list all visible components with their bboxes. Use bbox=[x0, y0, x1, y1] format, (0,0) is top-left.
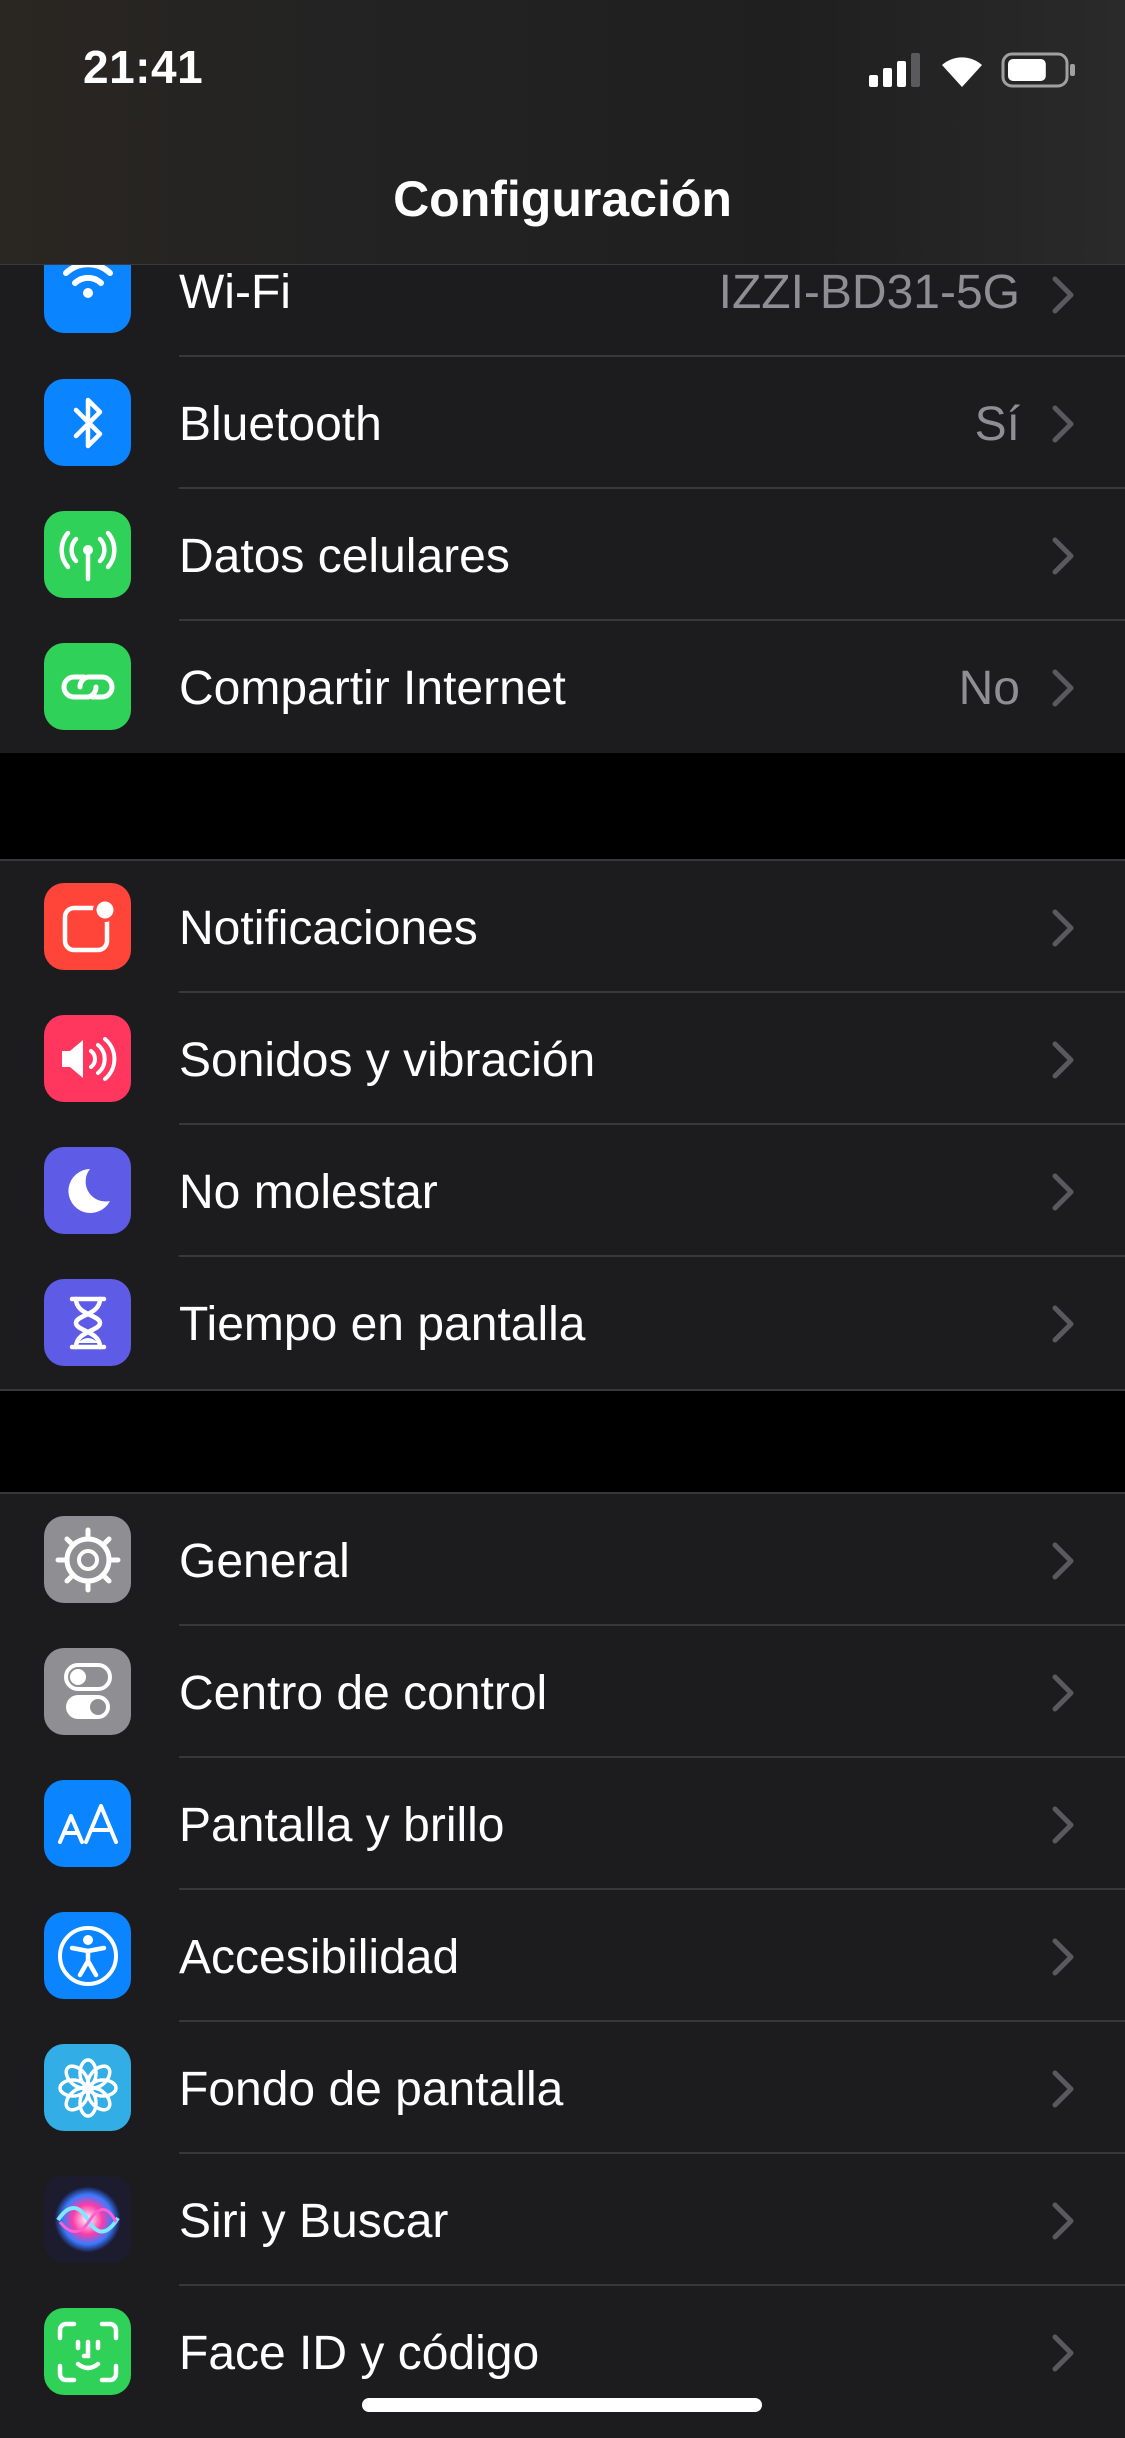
wifi-status-icon bbox=[942, 57, 982, 87]
row-display[interactable]: Pantalla y brillo bbox=[0, 1758, 1125, 1890]
row-accessibility[interactable]: Accesibilidad bbox=[0, 1890, 1125, 2022]
control-center-label: Centro de control bbox=[179, 1667, 548, 1720]
chevron-right-icon bbox=[1052, 2202, 1074, 2240]
flower-icon bbox=[44, 2044, 131, 2131]
row-wallpaper[interactable]: Fondo de pantalla bbox=[0, 2022, 1125, 2154]
row-notifications[interactable]: Notificaciones bbox=[0, 861, 1125, 993]
screentime-label: Tiempo en pantalla bbox=[179, 1298, 586, 1351]
row-dnd[interactable]: No molestar bbox=[0, 1125, 1125, 1257]
notifications-label: Notificaciones bbox=[179, 902, 478, 955]
chevron-right-icon bbox=[1052, 1305, 1074, 1343]
chevron-right-icon bbox=[1052, 537, 1074, 575]
status-and-nav-bar: 21:41 Configuración bbox=[0, 0, 1125, 265]
text-size-icon bbox=[44, 1780, 131, 1867]
wifi-network-value: IZZI-BD31-5G bbox=[718, 266, 1020, 319]
siri-icon bbox=[44, 2176, 131, 2263]
faceid-icon bbox=[44, 2308, 131, 2395]
link-icon bbox=[44, 643, 131, 730]
cellular-signal-icon bbox=[869, 53, 920, 87]
row-screentime[interactable]: Tiempo en pantalla bbox=[0, 1257, 1125, 1389]
row-cellular[interactable]: Datos celulares bbox=[0, 489, 1125, 621]
chevron-right-icon bbox=[1052, 2334, 1074, 2372]
toggles-icon bbox=[44, 1648, 131, 1735]
sounds-label: Sonidos y vibración bbox=[179, 1034, 596, 1087]
chevron-right-icon bbox=[1052, 276, 1074, 314]
hourglass-icon bbox=[44, 1279, 131, 1366]
chevron-right-icon bbox=[1052, 1041, 1074, 1079]
chevron-right-icon bbox=[1052, 1806, 1074, 1844]
page-title: Configuración bbox=[393, 171, 732, 227]
notifications-icon bbox=[44, 883, 131, 970]
group-connectivity: Wi-Fi IZZI-BD31-5G Bluetooth Sí Datos ce… bbox=[0, 245, 1125, 753]
bluetooth-value: Sí bbox=[974, 398, 1020, 451]
display-label: Pantalla y brillo bbox=[179, 1799, 505, 1852]
hotspot-label: Compartir Internet bbox=[179, 662, 566, 715]
moon-icon bbox=[44, 1147, 131, 1234]
row-sounds[interactable]: Sonidos y vibración bbox=[0, 993, 1125, 1125]
accessibility-label: Accesibilidad bbox=[179, 1931, 460, 1984]
nav-bar-divider bbox=[0, 264, 1125, 265]
chevron-right-icon bbox=[1052, 405, 1074, 443]
chevron-right-icon bbox=[1052, 1173, 1074, 1211]
row-hotspot[interactable]: Compartir Internet No bbox=[0, 621, 1125, 753]
antenna-icon bbox=[44, 511, 131, 598]
general-label: General bbox=[179, 1535, 350, 1588]
status-icons bbox=[869, 50, 1077, 90]
bluetooth-label: Bluetooth bbox=[179, 398, 382, 451]
wallpaper-label: Fondo de pantalla bbox=[179, 2063, 564, 2116]
speaker-icon bbox=[44, 1015, 131, 1102]
chevron-right-icon bbox=[1052, 909, 1074, 947]
chevron-right-icon bbox=[1052, 1674, 1074, 1712]
dnd-label: No molestar bbox=[179, 1166, 438, 1219]
cellular-label: Datos celulares bbox=[179, 530, 510, 583]
row-general[interactable]: General bbox=[0, 1494, 1125, 1626]
chevron-right-icon bbox=[1052, 669, 1074, 707]
wifi-label: Wi-Fi bbox=[179, 266, 291, 319]
bluetooth-icon bbox=[44, 379, 131, 466]
row-bluetooth[interactable]: Bluetooth Sí bbox=[0, 357, 1125, 489]
battery-icon bbox=[1001, 52, 1075, 88]
accessibility-icon bbox=[44, 1912, 131, 1999]
faceid-label: Face ID y código bbox=[179, 2327, 540, 2380]
gear-icon bbox=[44, 1516, 131, 1603]
status-time: 21:41 bbox=[83, 41, 204, 93]
hotspot-value: No bbox=[958, 662, 1020, 715]
chevron-right-icon bbox=[1052, 1938, 1074, 1976]
group-general: General Centro de control Pantalla y bri… bbox=[0, 1492, 1125, 2438]
group-notifications: Notificaciones Sonidos y vibración No mo… bbox=[0, 859, 1125, 1391]
chevron-right-icon bbox=[1052, 2070, 1074, 2108]
home-indicator[interactable] bbox=[362, 2398, 762, 2412]
row-siri[interactable]: Siri y Buscar bbox=[0, 2154, 1125, 2286]
chevron-right-icon bbox=[1052, 1542, 1074, 1580]
siri-label: Siri y Buscar bbox=[179, 2195, 449, 2248]
row-control-center[interactable]: Centro de control bbox=[0, 1626, 1125, 1758]
